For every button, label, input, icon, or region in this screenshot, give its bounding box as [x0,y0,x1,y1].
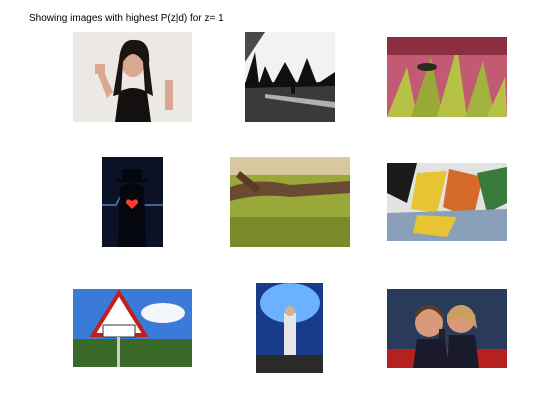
image-thumbnail-4 [102,157,163,247]
image-thumbnail-7 [73,289,192,367]
image-thumbnail-3 [387,37,507,117]
image-thumbnail-5 [230,157,350,247]
figure-title: Showing images with highest P(z|d) for z… [29,13,224,24]
image-thumbnail-2 [245,32,335,122]
image-thumbnail-8 [256,283,323,373]
image-thumbnail-9 [387,289,507,368]
image-thumbnail-6 [387,163,507,241]
image-thumbnail-1 [73,32,192,122]
